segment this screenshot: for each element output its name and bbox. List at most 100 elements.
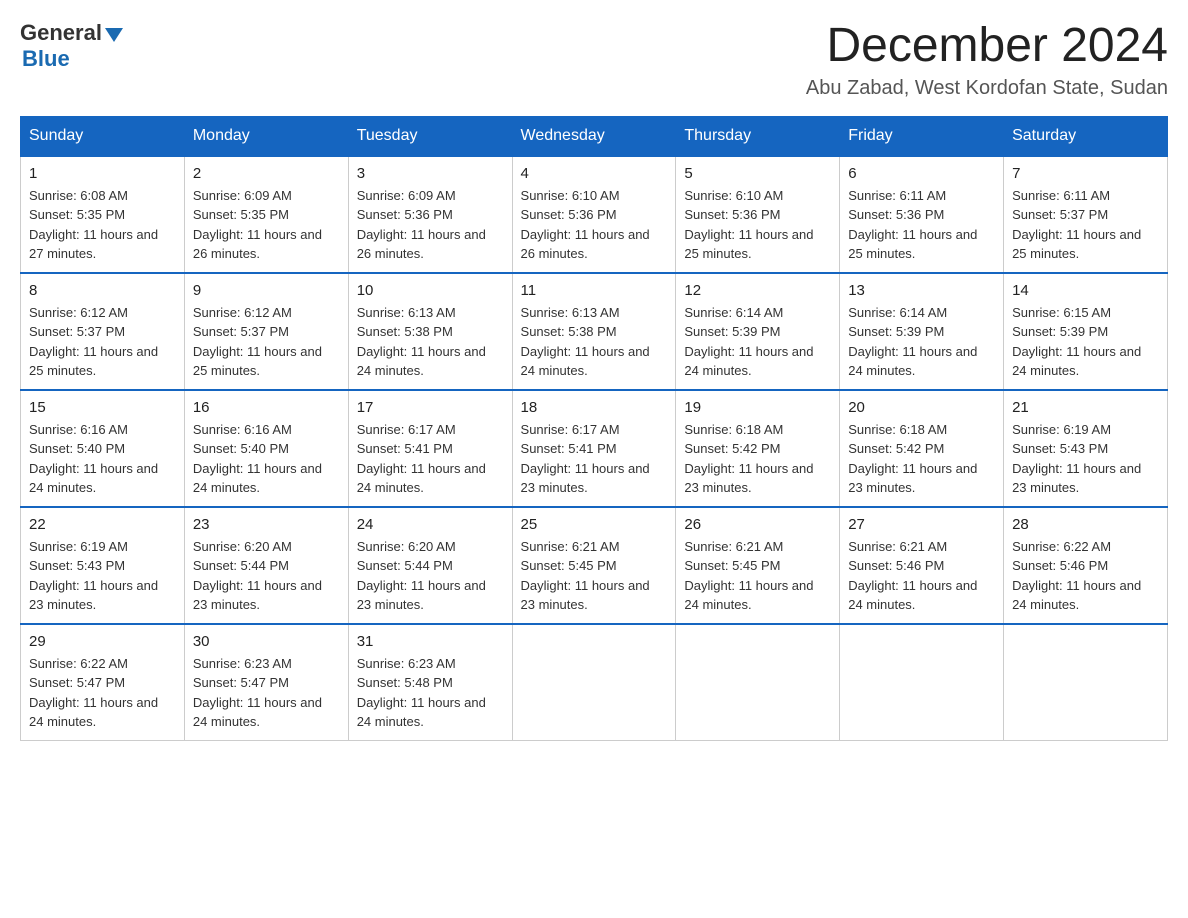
page-header: General Blue December 2024 Abu Zabad, We…	[20, 20, 1168, 100]
calendar-cell: 11Sunrise: 6:13 AMSunset: 5:38 PMDayligh…	[512, 273, 676, 390]
calendar-cell: 10 Sunrise: 6:13 AMSunset: 5:38 PMDayligh…	[348, 273, 512, 390]
day-info: Sunrise: 6:18 AMSunset: 5:42 PMDaylight:…	[684, 420, 831, 498]
weekday-header-sunday: Sunday	[21, 116, 185, 156]
calendar-body: 1 Sunrise: 6:08 AMSunset: 5:35 PMDaylight…	[21, 156, 1168, 741]
day-info: Sunrise: 6:21 AMSunset: 5:45 PMDaylight:…	[521, 537, 668, 615]
day-info: Sunrise: 6:21 AMSunset: 5:45 PMDaylight:…	[684, 537, 831, 615]
day-info: Sunrise: 6:12 AMSunset: 5:37 PMDaylight:…	[193, 303, 340, 381]
day-number: 2	[193, 165, 340, 182]
weekday-header-friday: Friday	[840, 116, 1004, 156]
day-info: Sunrise: 6:09 AMSunset: 5:36 PMDaylight:…	[357, 186, 504, 264]
day-info: Sunrise: 6:13 AMSunset: 5:38 PMDaylight:…	[357, 303, 504, 381]
day-number: 10	[357, 282, 504, 299]
calendar-cell: 6 Sunrise: 6:11 AMSunset: 5:36 PMDaylight…	[840, 156, 1004, 273]
day-number: 6	[848, 165, 995, 182]
calendar-header: SundayMondayTuesdayWednesdayThursdayFrid…	[21, 116, 1168, 156]
month-title: December 2024	[806, 20, 1168, 73]
day-info: Sunrise: 6:14 AMSunset: 5:39 PMDaylight:…	[848, 303, 995, 381]
calendar-cell	[512, 624, 676, 741]
calendar-cell: 18 Sunrise: 6:17 AMSunset: 5:41 PMDayligh…	[512, 390, 676, 507]
calendar-cell: 19 Sunrise: 6:18 AMSunset: 5:42 PMDayligh…	[676, 390, 840, 507]
calendar-cell: 30Sunrise: 6:23 AMSunset: 5:47 PMDayligh…	[184, 624, 348, 741]
day-number: 30	[193, 633, 340, 650]
day-number: 29	[29, 633, 176, 650]
day-info: Sunrise: 6:12 AMSunset: 5:37 PMDaylight:…	[29, 303, 176, 381]
logo: General Blue	[20, 20, 123, 72]
day-info: Sunrise: 6:19 AMSunset: 5:43 PMDaylight:…	[29, 537, 176, 615]
day-info: Sunrise: 6:17 AMSunset: 5:41 PMDaylight:…	[521, 420, 668, 498]
day-number: 31	[357, 633, 504, 650]
calendar-cell: 23 Sunrise: 6:20 AMSunset: 5:44 PMDayligh…	[184, 507, 348, 624]
calendar-table: SundayMondayTuesdayWednesdayThursdayFrid…	[20, 116, 1168, 741]
day-info: Sunrise: 6:18 AMSunset: 5:42 PMDaylight:…	[848, 420, 995, 498]
day-number: 28	[1012, 516, 1159, 533]
weekday-row: SundayMondayTuesdayWednesdayThursdayFrid…	[21, 116, 1168, 156]
calendar-cell: 14Sunrise: 6:15 AMSunset: 5:39 PMDayligh…	[1004, 273, 1168, 390]
day-number: 4	[521, 165, 668, 182]
calendar-week-row: 22 Sunrise: 6:19 AMSunset: 5:43 PMDayligh…	[21, 507, 1168, 624]
calendar-cell: 3Sunrise: 6:09 AMSunset: 5:36 PMDaylight…	[348, 156, 512, 273]
day-info: Sunrise: 6:09 AMSunset: 5:35 PMDaylight:…	[193, 186, 340, 264]
day-number: 26	[684, 516, 831, 533]
day-info: Sunrise: 6:20 AMSunset: 5:44 PMDaylight:…	[357, 537, 504, 615]
day-number: 17	[357, 399, 504, 416]
calendar-cell: 13Sunrise: 6:14 AMSunset: 5:39 PMDayligh…	[840, 273, 1004, 390]
calendar-cell: 24 Sunrise: 6:20 AMSunset: 5:44 PMDayligh…	[348, 507, 512, 624]
day-number: 23	[193, 516, 340, 533]
day-info: Sunrise: 6:20 AMSunset: 5:44 PMDaylight:…	[193, 537, 340, 615]
day-number: 11	[521, 282, 668, 299]
weekday-header-wednesday: Wednesday	[512, 116, 676, 156]
day-number: 21	[1012, 399, 1159, 416]
calendar-cell	[676, 624, 840, 741]
calendar-cell: 25Sunrise: 6:21 AMSunset: 5:45 PMDayligh…	[512, 507, 676, 624]
calendar-cell: 2 Sunrise: 6:09 AMSunset: 5:35 PMDaylight…	[184, 156, 348, 273]
calendar-cell: 9 Sunrise: 6:12 AMSunset: 5:37 PMDaylight…	[184, 273, 348, 390]
calendar-cell: 31Sunrise: 6:23 AMSunset: 5:48 PMDayligh…	[348, 624, 512, 741]
day-number: 8	[29, 282, 176, 299]
day-number: 9	[193, 282, 340, 299]
calendar-cell: 22 Sunrise: 6:19 AMSunset: 5:43 PMDayligh…	[21, 507, 185, 624]
day-info: Sunrise: 6:11 AMSunset: 5:37 PMDaylight:…	[1012, 186, 1159, 264]
day-info: Sunrise: 6:11 AMSunset: 5:36 PMDaylight:…	[848, 186, 995, 264]
weekday-header-tuesday: Tuesday	[348, 116, 512, 156]
calendar-cell	[840, 624, 1004, 741]
day-info: Sunrise: 6:10 AMSunset: 5:36 PMDaylight:…	[684, 186, 831, 264]
location-title: Abu Zabad, West Kordofan State, Sudan	[806, 77, 1168, 100]
calendar-cell: 21 Sunrise: 6:19 AMSunset: 5:43 PMDayligh…	[1004, 390, 1168, 507]
day-info: Sunrise: 6:22 AMSunset: 5:47 PMDaylight:…	[29, 654, 176, 732]
day-number: 14	[1012, 282, 1159, 299]
day-number: 16	[193, 399, 340, 416]
calendar-cell: 26 Sunrise: 6:21 AMSunset: 5:45 PMDayligh…	[676, 507, 840, 624]
calendar-cell: 15 Sunrise: 6:16 AMSunset: 5:40 PMDayligh…	[21, 390, 185, 507]
calendar-week-row: 1 Sunrise: 6:08 AMSunset: 5:35 PMDaylight…	[21, 156, 1168, 273]
day-number: 19	[684, 399, 831, 416]
day-info: Sunrise: 6:10 AMSunset: 5:36 PMDaylight:…	[521, 186, 668, 264]
calendar-cell: 4 Sunrise: 6:10 AMSunset: 5:36 PMDaylight…	[512, 156, 676, 273]
day-info: Sunrise: 6:14 AMSunset: 5:39 PMDaylight:…	[684, 303, 831, 381]
day-info: Sunrise: 6:16 AMSunset: 5:40 PMDaylight:…	[29, 420, 176, 498]
title-area: December 2024 Abu Zabad, West Kordofan S…	[806, 20, 1168, 100]
day-info: Sunrise: 6:19 AMSunset: 5:43 PMDaylight:…	[1012, 420, 1159, 498]
day-info: Sunrise: 6:16 AMSunset: 5:40 PMDaylight:…	[193, 420, 340, 498]
logo-general-text: General	[20, 20, 102, 46]
day-info: Sunrise: 6:17 AMSunset: 5:41 PMDaylight:…	[357, 420, 504, 498]
calendar-cell: 16 Sunrise: 6:16 AMSunset: 5:40 PMDayligh…	[184, 390, 348, 507]
calendar-cell: 1 Sunrise: 6:08 AMSunset: 5:35 PMDaylight…	[21, 156, 185, 273]
calendar-week-row: 8 Sunrise: 6:12 AMSunset: 5:37 PMDaylight…	[21, 273, 1168, 390]
weekday-header-saturday: Saturday	[1004, 116, 1168, 156]
weekday-header-monday: Monday	[184, 116, 348, 156]
day-number: 20	[848, 399, 995, 416]
day-number: 18	[521, 399, 668, 416]
calendar-cell	[1004, 624, 1168, 741]
day-number: 12	[684, 282, 831, 299]
day-number: 1	[29, 165, 176, 182]
day-number: 27	[848, 516, 995, 533]
calendar-cell: 12 Sunrise: 6:14 AMSunset: 5:39 PMDayligh…	[676, 273, 840, 390]
day-number: 15	[29, 399, 176, 416]
day-info: Sunrise: 6:08 AMSunset: 5:35 PMDaylight:…	[29, 186, 176, 264]
day-number: 24	[357, 516, 504, 533]
day-number: 22	[29, 516, 176, 533]
calendar-cell: 20 Sunrise: 6:18 AMSunset: 5:42 PMDayligh…	[840, 390, 1004, 507]
weekday-header-thursday: Thursday	[676, 116, 840, 156]
calendar-cell: 8 Sunrise: 6:12 AMSunset: 5:37 PMDaylight…	[21, 273, 185, 390]
